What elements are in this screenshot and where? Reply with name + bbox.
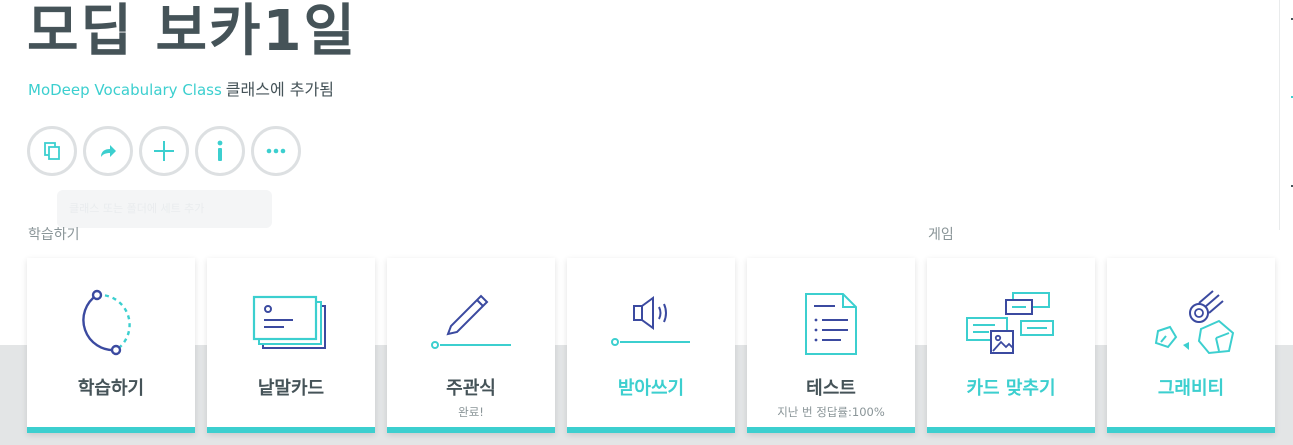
more-icon [266, 148, 286, 154]
spell-icon [611, 295, 690, 346]
class-info: MoDeep Vocabulary Class 클래스에 추가됨 [28, 79, 334, 101]
mode-card-gravity[interactable]: 그래비티 [1107, 258, 1275, 433]
mode-status: 완료! [458, 405, 484, 419]
mode-card-write[interactable]: 주관식 완료! [387, 258, 555, 433]
add-tooltip: 클래스 또는 폴더에 세트 추가 [57, 190, 272, 228]
set-title: 모딥 보카1일 [27, 0, 358, 64]
mode-card-match[interactable]: 카드 맞추기 [927, 258, 1095, 433]
gravity-icon [1154, 289, 1235, 354]
mode-card-learn[interactable]: 학습하기 [27, 258, 195, 433]
copy-icon [44, 142, 60, 160]
class-added-text: 클래스에 추가됨 [225, 80, 334, 99]
mode-label: 학습하기 [77, 378, 145, 399]
mode-label: 받아쓰기 [617, 378, 685, 399]
mode-card-spell[interactable]: 받아쓰기 [567, 258, 735, 433]
mode-label: 주관식 [446, 378, 496, 399]
study-section-label: 학습하기 [28, 227, 80, 243]
write-icon [431, 294, 511, 349]
add-icon [154, 141, 174, 161]
info-icon [217, 140, 223, 161]
mode-label: 그래비티 [1157, 378, 1225, 399]
more-button[interactable] [251, 126, 301, 176]
info-button[interactable] [195, 126, 245, 176]
games-section-label: 게임 [928, 227, 954, 243]
share-button[interactable] [83, 126, 133, 176]
match-icon [966, 291, 1054, 354]
mode-card-flashcards[interactable]: 낱말카드 [207, 258, 375, 433]
class-link[interactable]: MoDeep Vocabulary Class [28, 81, 222, 99]
add-to-class-button[interactable] [139, 126, 189, 176]
flashcards-icon [252, 295, 326, 349]
share-icon [101, 145, 116, 157]
mode-label: 카드 맞추기 [966, 378, 1056, 399]
learn-icon [82, 289, 131, 355]
mode-card-test[interactable]: 테스트 지난 번 정답률:100% [747, 258, 915, 433]
mode-label: 낱말카드 [257, 378, 325, 399]
mode-status: 지난 번 정답률:100% [777, 405, 885, 419]
mode-label: 테스트 [806, 378, 856, 399]
right-side-panel [1279, 0, 1293, 230]
copy-button[interactable] [27, 126, 77, 176]
test-icon [805, 292, 857, 355]
